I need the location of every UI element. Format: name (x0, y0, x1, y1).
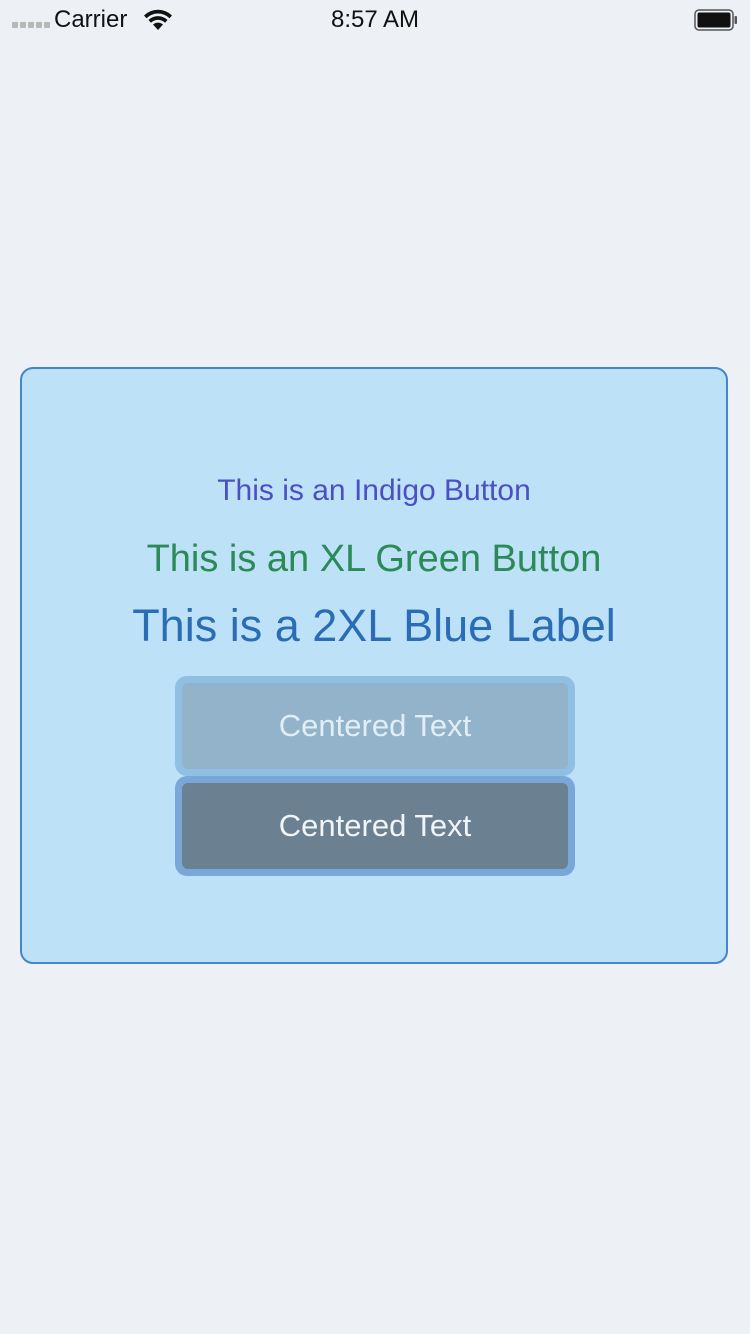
status-bar: Carrier 8:57 AM (0, 0, 750, 40)
centered-text-box-dark: Centered Text (175, 776, 575, 876)
content-card: This is an Indigo Button This is an XL G… (20, 367, 728, 964)
centered-text-dark: Centered Text (182, 783, 568, 869)
2xl-blue-label: This is a 2XL Blue Label (132, 600, 616, 651)
xl-green-button[interactable]: This is an XL Green Button (22, 538, 726, 581)
battery-icon (694, 9, 737, 31)
indigo-button[interactable]: This is an Indigo Button (22, 474, 726, 508)
centered-text-light: Centered Text (182, 683, 568, 769)
status-time: 8:57 AM (330, 6, 420, 33)
centered-text-box-light: Centered Text (175, 676, 575, 776)
